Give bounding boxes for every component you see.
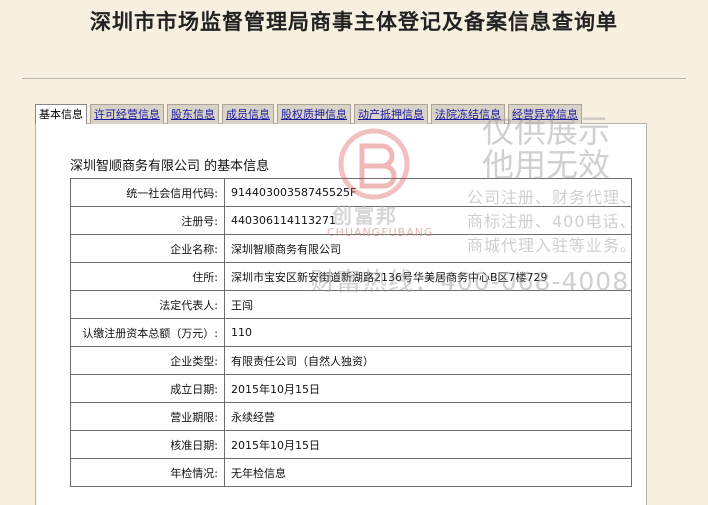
row-value: 2015年10月15日 — [224, 430, 632, 459]
basic-info-table: 统一社会信用代码: 91440300358745525F 注册号: 440306… — [70, 178, 632, 487]
table-row: 住所: 深圳市宝安区新安街道新湖路2136号华美居商务中心B区7楼729 — [70, 262, 632, 291]
title-divider — [22, 78, 686, 79]
row-value: 有限责任公司（自然人独资） — [224, 346, 632, 375]
table-row: 成立日期: 2015年10月15日 — [70, 374, 632, 403]
table-row: 法定代表人: 王闯 — [70, 290, 632, 319]
row-value: 91440300358745525F — [224, 178, 632, 207]
tab-chattel-mortgage-info[interactable]: 动产抵押信息 — [354, 104, 428, 124]
table-row: 年检情况: 无年检信息 — [70, 458, 632, 487]
row-label: 核准日期: — [70, 430, 225, 459]
row-label: 法定代表人: — [70, 290, 225, 319]
table-row: 营业期限: 永续经营 — [70, 402, 632, 431]
row-value: 深圳市宝安区新安街道新湖路2136号华美居商务中心B区7楼729 — [224, 262, 632, 291]
row-label: 成立日期: — [70, 374, 225, 403]
tab-equity-pledge-info[interactable]: 股权质押信息 — [277, 104, 351, 124]
row-label: 年检情况: — [70, 458, 225, 487]
page-title: 深圳市市场监督管理局商事主体登记及备案信息查询单 — [90, 10, 618, 34]
table-row: 企业名称: 深圳智顺商务有限公司 — [70, 234, 632, 263]
table-row: 企业类型: 有限责任公司（自然人独资） — [70, 346, 632, 375]
tab-license-info[interactable]: 许可经营信息 — [90, 104, 164, 124]
tab-basic-info[interactable]: 基本信息 — [35, 104, 87, 124]
tab-shareholder-info[interactable]: 股东信息 — [167, 104, 219, 124]
table-row: 统一社会信用代码: 91440300358745525F — [70, 178, 632, 207]
tab-court-freeze-info[interactable]: 法院冻结信息 — [431, 104, 505, 124]
row-label: 住所: — [70, 262, 225, 291]
row-value: 王闯 — [224, 290, 632, 319]
table-row: 注册号: 440306114113271 — [70, 206, 632, 235]
row-label: 注册号: — [70, 206, 225, 235]
row-value: 永续经营 — [224, 402, 632, 431]
tab-bar: 基本信息 许可经营信息 股东信息 成员信息 股权质押信息 动产抵押信息 法院冻结… — [35, 104, 585, 124]
row-value: 深圳智顺商务有限公司 — [224, 234, 632, 263]
row-value: 2015年10月15日 — [224, 374, 632, 403]
table-row: 核准日期: 2015年10月15日 — [70, 430, 632, 459]
table-row: 认缴注册资本总额（万元）: 110 — [70, 318, 632, 347]
row-label: 认缴注册资本总额（万元）: — [70, 318, 225, 347]
row-value: 110 — [224, 318, 632, 347]
row-label: 企业类型: — [70, 346, 225, 375]
row-label: 企业名称: — [70, 234, 225, 263]
tab-member-info[interactable]: 成员信息 — [222, 104, 274, 124]
row-value: 无年检信息 — [224, 458, 632, 487]
company-heading: 深圳智顺商务有限公司 的基本信息 — [70, 159, 270, 174]
row-label: 营业期限: — [70, 402, 225, 431]
row-label: 统一社会信用代码: — [70, 178, 225, 207]
tab-abnormal-operation-info[interactable]: 经营异常信息 — [508, 104, 582, 124]
row-value: 440306114113271 — [224, 206, 632, 235]
